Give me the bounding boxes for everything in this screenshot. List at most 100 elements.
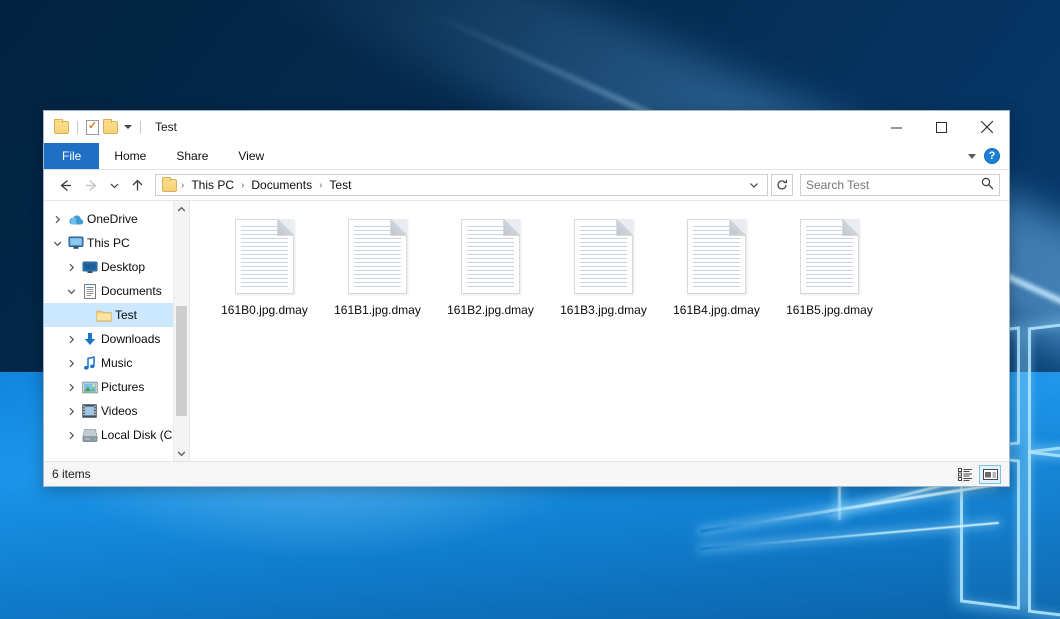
- text-file-icon: [235, 219, 294, 294]
- twisty-spacer: [78, 308, 92, 322]
- file-item[interactable]: 161B0.jpg.dmay: [208, 217, 321, 317]
- chevron-down-icon[interactable]: [174, 445, 189, 461]
- breadcrumb-item-test[interactable]: Test: [326, 178, 354, 192]
- video-icon: [81, 403, 98, 419]
- file-item[interactable]: 161B2.jpg.dmay: [434, 217, 547, 317]
- divider: [140, 121, 141, 134]
- chevron-right-icon[interactable]: [64, 332, 78, 346]
- sidebar-item-this-pc[interactable]: This PC: [44, 231, 189, 255]
- tab-share[interactable]: Share: [161, 143, 223, 169]
- window-title: Test: [155, 120, 177, 134]
- chevron-right-icon[interactable]: [64, 380, 78, 394]
- sidebar-item-label: Desktop: [101, 260, 145, 274]
- sidebar-item-label: Downloads: [101, 332, 160, 346]
- tab-file[interactable]: File: [44, 143, 99, 169]
- monitor-icon: [67, 235, 84, 251]
- breadcrumb-item-this-pc[interactable]: This PC: [188, 178, 237, 192]
- help-icon[interactable]: ?: [984, 148, 1000, 164]
- desktop-icon: [81, 259, 98, 275]
- file-name-label: 161B1.jpg.dmay: [334, 303, 421, 317]
- sidebar-item-downloads[interactable]: Downloads: [44, 327, 189, 351]
- chevron-down-icon[interactable]: [50, 236, 64, 250]
- view-toggle-group: [954, 465, 1001, 484]
- breadcrumb-item-documents[interactable]: Documents: [248, 178, 315, 192]
- ribbon-controls: ?: [968, 143, 1009, 169]
- chevron-right-icon[interactable]: [64, 404, 78, 418]
- details-view-button[interactable]: [954, 465, 976, 484]
- sidebar-item-label: OneDrive: [87, 212, 138, 226]
- sidebar-item-label: Local Disk (C:): [101, 428, 180, 442]
- breadcrumb-separator: ›: [180, 180, 185, 191]
- sidebar-item-pictures[interactable]: Pictures: [44, 375, 189, 399]
- picture-icon: [81, 379, 98, 395]
- large-icons-view-button[interactable]: [979, 465, 1001, 484]
- file-list-pane[interactable]: 161B0.jpg.dmay 161B1.jpg.dmay 161B2.jpg.dm…: [189, 201, 1009, 461]
- tab-home[interactable]: Home: [99, 143, 161, 169]
- breadcrumb[interactable]: › This PC › Documents › Test: [155, 174, 768, 196]
- maximize-icon[interactable]: [919, 111, 964, 143]
- ribbon-tabs: File Home Share View ?: [44, 143, 1009, 170]
- breadcrumb-separator: ›: [240, 180, 245, 191]
- chevron-right-icon[interactable]: [64, 260, 78, 274]
- sidebar-item-desktop[interactable]: Desktop: [44, 255, 189, 279]
- file-name-label: 161B0.jpg.dmay: [221, 303, 308, 317]
- properties-checkmark-icon[interactable]: [86, 120, 99, 135]
- sidebar-item-label: Videos: [101, 404, 137, 418]
- status-bar: 6 items: [44, 461, 1009, 486]
- sidebar-item-test[interactable]: Test: [44, 303, 189, 327]
- scrollbar-thumb[interactable]: [176, 306, 187, 416]
- address-bar: › This PC › Documents › Test Search Test: [44, 170, 1009, 200]
- file-item[interactable]: 161B5.jpg.dmay: [773, 217, 886, 317]
- file-grid: 161B0.jpg.dmay 161B1.jpg.dmay 161B2.jpg.dm…: [208, 217, 1009, 317]
- back-arrow-icon[interactable]: [53, 173, 77, 197]
- minimize-icon[interactable]: [874, 111, 919, 143]
- file-item[interactable]: 161B4.jpg.dmay: [660, 217, 773, 317]
- sidebar-item-label: Test: [115, 308, 137, 322]
- file-name-label: 161B2.jpg.dmay: [447, 303, 534, 317]
- search-input[interactable]: Search Test: [800, 174, 1000, 196]
- desktop: Test File Home Share View ?: [0, 0, 1060, 619]
- close-icon[interactable]: [964, 111, 1009, 143]
- folder-icon: [95, 307, 112, 323]
- new-folder-icon[interactable]: [103, 121, 118, 134]
- recent-locations-icon[interactable]: [105, 173, 123, 197]
- tab-view[interactable]: View: [223, 143, 279, 169]
- file-item[interactable]: 161B3.jpg.dmay: [547, 217, 660, 317]
- text-file-icon: [800, 219, 859, 294]
- folder-icon[interactable]: [54, 121, 69, 134]
- chevron-up-icon[interactable]: [174, 201, 189, 217]
- disk-icon: [81, 427, 98, 443]
- file-item[interactable]: 161B1.jpg.dmay: [321, 217, 434, 317]
- window-body: OneDrive This PC Desktop Documents Test Downl…: [44, 200, 1009, 461]
- sidebar-item-music[interactable]: Music: [44, 351, 189, 375]
- sidebar-item-documents[interactable]: Documents: [44, 279, 189, 303]
- chevron-down-icon[interactable]: [64, 284, 78, 298]
- folder-tree: OneDrive This PC Desktop Documents Test Downl…: [44, 207, 189, 447]
- sidebar-item-onedrive[interactable]: OneDrive: [44, 207, 189, 231]
- sidebar-item-local-disk-c[interactable]: Local Disk (C:): [44, 423, 189, 447]
- sidebar-item-label: This PC: [87, 236, 130, 250]
- sidebar-item-label: Documents: [101, 284, 162, 298]
- text-file-icon: [461, 219, 520, 294]
- chevron-down-icon[interactable]: [745, 175, 763, 195]
- forward-arrow-icon[interactable]: [79, 173, 103, 197]
- windows-logo-pane: [1028, 450, 1060, 619]
- sidebar-scrollbar[interactable]: [173, 201, 189, 461]
- cloud-icon: [67, 211, 84, 227]
- chevron-right-icon[interactable]: [64, 356, 78, 370]
- file-explorer-window: Test File Home Share View ?: [43, 110, 1010, 487]
- customize-caret-icon[interactable]: [124, 125, 132, 129]
- sidebar-item-videos[interactable]: Videos: [44, 399, 189, 423]
- up-arrow-icon[interactable]: [125, 173, 149, 197]
- divider: [77, 121, 78, 134]
- chevron-down-icon[interactable]: [968, 154, 976, 159]
- refresh-icon[interactable]: [771, 174, 793, 196]
- search-icon[interactable]: [981, 177, 994, 193]
- file-name-label: 161B4.jpg.dmay: [673, 303, 760, 317]
- chevron-right-icon[interactable]: [64, 428, 78, 442]
- navigation-pane: OneDrive This PC Desktop Documents Test Downl…: [44, 201, 189, 461]
- folder-icon: [162, 179, 177, 192]
- windows-logo-pane: [1028, 316, 1060, 453]
- chevron-right-icon[interactable]: [50, 212, 64, 226]
- file-name-label: 161B3.jpg.dmay: [560, 303, 647, 317]
